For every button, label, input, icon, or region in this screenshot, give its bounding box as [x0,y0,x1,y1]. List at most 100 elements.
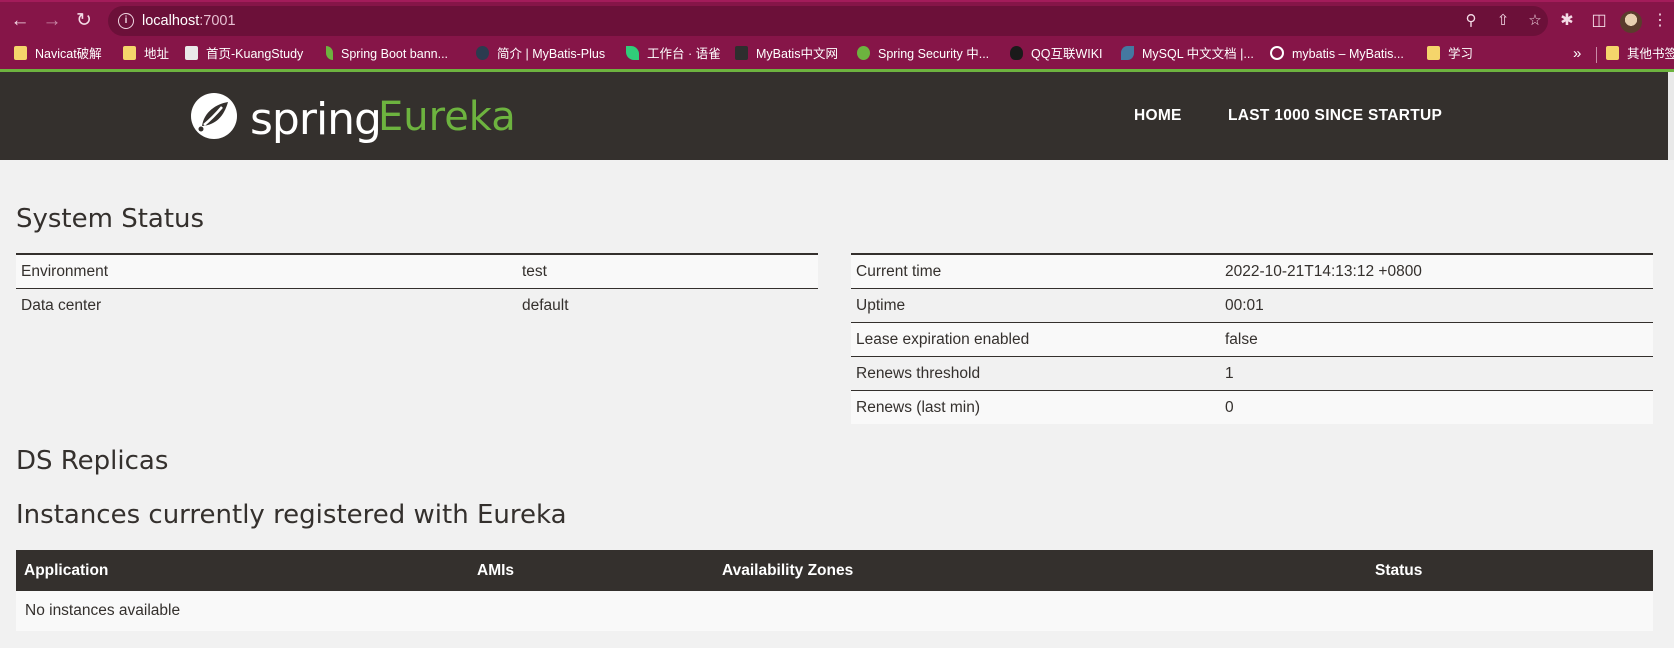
kuangstudy-icon [185,46,198,60]
system-status-heading: System Status [16,204,205,234]
bookmark-label: Spring Security 中... [878,47,990,61]
bookmark-label: Spring Boot bann... [341,47,449,61]
bookmark-label: mybatis – MyBatis... [1292,47,1404,61]
folder-icon [1606,46,1619,60]
status-value: test [522,263,547,280]
back-arrow-icon[interactable]: ← [8,9,32,33]
browser-chrome: ← → ↻ i localhost:7001 ⚲ ⇧ ☆ ✱ ◫ ⋮ Navic… [0,0,1674,72]
bookmark-item[interactable]: mybatis – MyBatis... [1270,39,1404,69]
url-port: :7001 [199,13,236,29]
spring-security-icon [857,46,870,60]
bookmark-item[interactable]: Spring Boot bann... [326,39,448,69]
folder-icon [1427,46,1440,60]
status-value: false [1225,331,1258,348]
bookmark-label: 地址 [144,47,170,61]
yuque-icon [626,46,639,60]
system-status-left-table: Environment test Data center default [16,253,818,322]
bookmark-label: 工作台 · 语雀 [647,47,721,61]
table-row: Current time 2022-10-21T14:13:12 +0800 [851,255,1653,289]
status-key: Current time [856,263,942,280]
table-row: Uptime 00:01 [851,289,1653,323]
instances-table-header: Application AMIs Availability Zones Stat… [16,550,1653,591]
bookmark-item[interactable]: MyBatis中文网 [735,39,838,69]
logo-eureka-text: Eureka [378,94,516,140]
extensions-puzzle-icon[interactable]: ✱ [1556,10,1578,32]
bookmark-label: MyBatis中文网 [756,47,838,61]
no-instances-message: No instances available [25,602,181,619]
column-header-application: Application [24,562,109,579]
nav-home-link[interactable]: HOME [1134,72,1182,160]
status-value: 0 [1225,399,1234,416]
ds-replicas-heading: DS Replicas [16,446,169,476]
status-key: Data center [21,297,102,314]
instances-heading: Instances currently registered with Eure… [16,500,567,530]
url-text[interactable]: localhost:7001 [142,6,236,36]
nav-last-1000-link[interactable]: LAST 1000 SINCE STARTUP [1228,72,1442,160]
site-info-icon[interactable]: i [118,13,134,29]
bookmark-item[interactable]: 首页-KuangStudy [185,39,303,69]
table-row: Data center default [16,289,818,322]
folder-icon [14,46,27,60]
bookmark-item[interactable]: QQ互联WIKI [1010,39,1103,69]
eureka-navbar: spring Eureka HOME LAST 1000 SINCE START… [0,72,1668,160]
bookmark-item[interactable]: 学习 [1427,39,1473,69]
instances-table: Application AMIs Availability Zones Stat… [16,550,1653,631]
mysql-icon [1121,46,1134,60]
bookmarks-bar: Navicat破解 地址 首页-KuangStudy Spring Boot b… [0,39,1674,69]
bookmarks-separator [1596,47,1597,63]
bookmark-item[interactable]: MySQL 中文文档 |... [1121,39,1254,69]
spring-logo-icon [191,93,237,139]
globe-icon [1270,46,1284,60]
bookmark-star-icon[interactable]: ☆ [1525,11,1545,31]
status-key: Renews threshold [856,365,981,382]
bookmark-label: 首页-KuangStudy [206,47,304,61]
address-bar-row: ← → ↻ i localhost:7001 ⚲ ⇧ ☆ ✱ ◫ ⋮ [0,2,1674,39]
share-icon[interactable]: ⇧ [1493,11,1513,31]
status-value: 2022-10-21T14:13:12 +0800 [1225,263,1422,280]
mybatis-plus-icon [476,46,489,60]
status-value: 1 [1225,365,1234,382]
bookmark-label: 简介 | MyBatis-Plus [497,47,606,61]
column-header-amis: AMIs [477,562,515,579]
folder-icon [123,46,136,60]
bookmark-item[interactable]: Navicat破解 [14,39,102,69]
bookmark-item[interactable]: 地址 [123,39,169,69]
bookmark-item[interactable]: 简介 | MyBatis-Plus [476,39,605,69]
status-key: Renews (last min) [856,399,981,416]
bookmark-item[interactable]: 工作台 · 语雀 [626,39,721,69]
more-bookmarks-chevron[interactable]: » [1573,39,1581,69]
spring-leaf-icon [326,46,333,60]
bookmark-item[interactable]: Spring Security 中... [857,39,989,69]
profile-avatar[interactable] [1620,11,1642,33]
omnibox[interactable]: i localhost:7001 ⚲ ⇧ ☆ [108,6,1548,36]
qq-icon [1010,46,1023,60]
logo-spring-text: spring [250,94,382,145]
table-row: Environment test [16,255,818,289]
bookmark-label: 其他书签 [1627,47,1674,61]
table-row: Lease expiration enabled false [851,323,1653,357]
table-row: Renews threshold 1 [851,357,1653,391]
scrollbar-track[interactable] [1668,72,1674,160]
reload-icon[interactable]: ↻ [72,9,96,33]
system-status-right-table: Current time 2022-10-21T14:13:12 +0800 U… [851,253,1653,424]
menu-kebab-icon[interactable]: ⋮ [1652,10,1668,32]
bookmark-label: MySQL 中文文档 |... [1142,47,1254,61]
table-row: Renews (last min) 0 [851,391,1653,424]
status-value: 00:01 [1225,297,1264,314]
url-host: localhost [142,13,200,29]
mybatis-icon [735,46,748,60]
bookmark-item[interactable]: 其他书签 [1606,39,1674,69]
column-header-availability-zones: Availability Zones [722,562,854,579]
column-header-status: Status [1375,562,1423,579]
status-key: Lease expiration enabled [856,331,1030,348]
bookmark-label: 学习 [1448,47,1474,61]
bookmark-label: QQ互联WIKI [1031,47,1103,61]
status-key: Environment [21,263,109,280]
table-row: No instances available [16,591,1653,631]
zoom-icon[interactable]: ⚲ [1461,11,1481,31]
status-key: Uptime [856,297,906,314]
side-panel-icon[interactable]: ◫ [1588,10,1610,32]
bookmark-label: Navicat破解 [35,47,102,61]
forward-arrow-icon[interactable]: → [40,9,64,33]
status-value: default [522,297,569,314]
